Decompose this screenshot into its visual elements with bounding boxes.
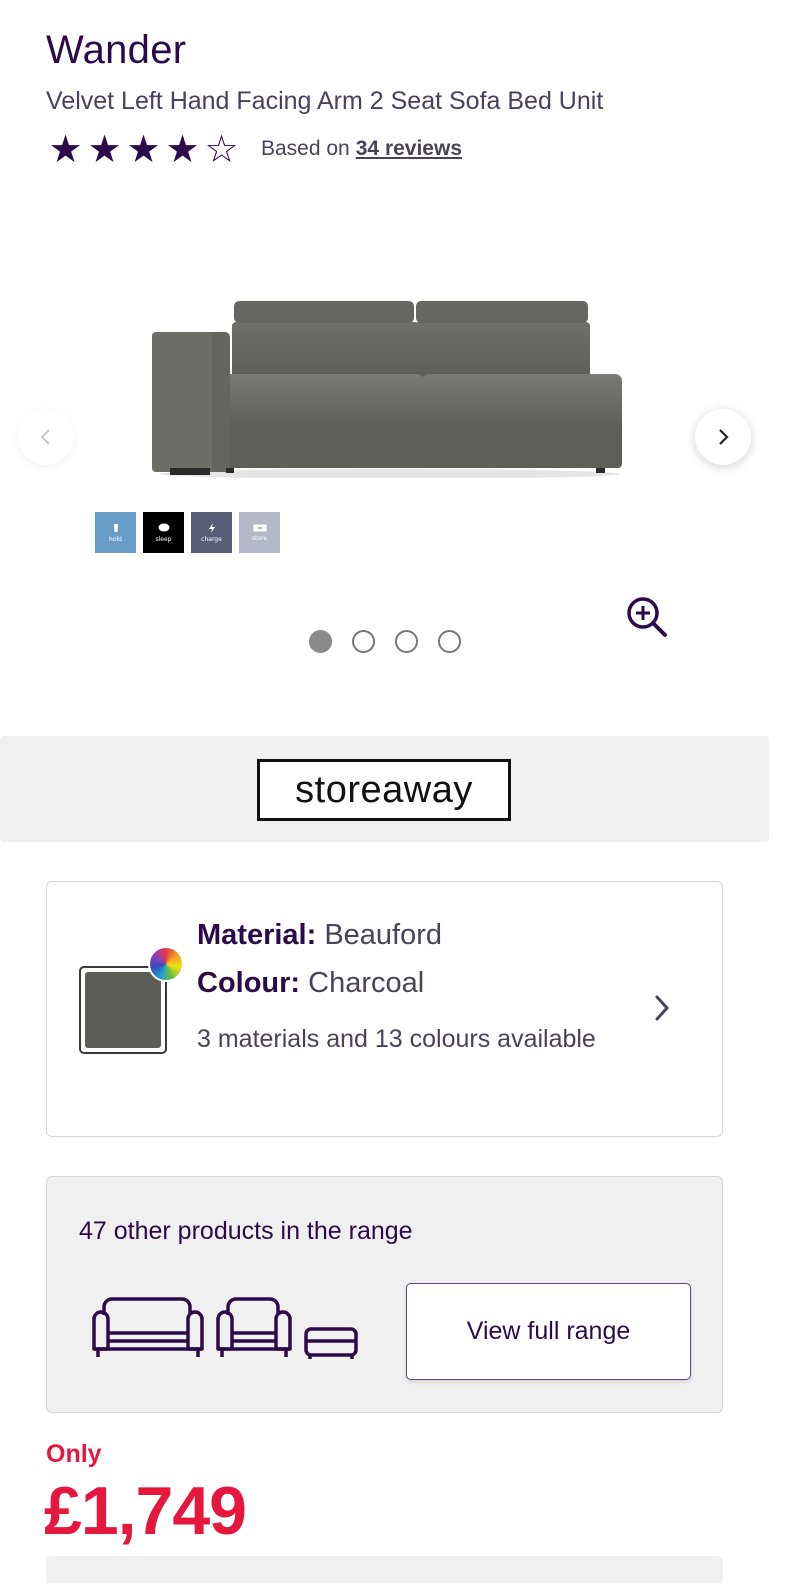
rating-row: ★ ★ ★ ★ ☆ Based on 34 reviews bbox=[46, 128, 462, 170]
pagination-dot-3[interactable] bbox=[395, 630, 418, 653]
star-filled-icon: ★ bbox=[87, 127, 122, 171]
swatch-fill bbox=[85, 972, 161, 1048]
sofa-image bbox=[152, 301, 622, 478]
product-subtitle: Velvet Left Hand Facing Arm 2 Seat Sofa … bbox=[46, 87, 604, 115]
bottom-panel bbox=[46, 1556, 723, 1583]
availability-note: 3 materials and 13 colours available bbox=[197, 1025, 596, 1053]
range-text: 47 other products in the range bbox=[79, 1217, 413, 1245]
chevron-right-icon bbox=[652, 992, 672, 1029]
star-rating: ★ ★ ★ ★ ☆ bbox=[46, 129, 241, 169]
colour-value: Charcoal bbox=[308, 967, 425, 999]
chevron-left-icon bbox=[40, 429, 50, 445]
colour-label: Colour: bbox=[197, 967, 301, 999]
pagination-dot-4[interactable] bbox=[438, 630, 461, 653]
colour-wheel-icon bbox=[148, 946, 184, 982]
star-empty-icon: ☆ bbox=[204, 127, 239, 171]
gallery-prev-button[interactable] bbox=[18, 409, 74, 465]
charge-feature-icon: charge bbox=[191, 512, 232, 553]
material-line: Material: Beauford bbox=[197, 919, 442, 952]
gallery-next-button[interactable] bbox=[695, 409, 751, 465]
zoom-icon[interactable] bbox=[625, 595, 669, 644]
product-title: Wander bbox=[46, 28, 187, 72]
reviews-link[interactable]: 34 reviews bbox=[356, 137, 462, 161]
sleep-feature-icon: sleep bbox=[143, 512, 184, 553]
gallery-pagination bbox=[309, 630, 461, 653]
product-gallery[interactable]: hold sleep charge store bbox=[0, 230, 811, 653]
hold-feature-icon: hold bbox=[95, 512, 136, 553]
star-filled-icon: ★ bbox=[165, 127, 200, 171]
colour-swatch bbox=[79, 966, 167, 1054]
range-panel: 47 other products in the range View full… bbox=[46, 1176, 723, 1413]
brand-banner: storeaway bbox=[0, 736, 769, 842]
sofa-range-icon bbox=[92, 1297, 358, 1359]
material-label: Material: bbox=[197, 919, 317, 951]
storeaway-logo: storeaway bbox=[257, 759, 511, 821]
view-full-range-button[interactable]: View full range bbox=[406, 1283, 691, 1380]
rating-prefix: Based on bbox=[261, 137, 350, 160]
star-filled-icon: ★ bbox=[126, 127, 161, 171]
store-feature-icon: store bbox=[239, 512, 280, 553]
colour-line: Colour: Charcoal bbox=[197, 967, 424, 1000]
feature-icons: hold sleep charge store bbox=[95, 512, 280, 553]
pagination-dot-2[interactable] bbox=[352, 630, 375, 653]
price-prefix: Only bbox=[46, 1440, 102, 1468]
pagination-dot-1[interactable] bbox=[309, 630, 332, 653]
chevron-right-icon bbox=[719, 429, 729, 445]
star-filled-icon: ★ bbox=[48, 127, 83, 171]
material-colour-selector[interactable]: Material: Beauford Colour: Charcoal 3 ma… bbox=[46, 881, 723, 1137]
price-value: £1,749 bbox=[44, 1473, 247, 1549]
material-value: Beauford bbox=[324, 919, 443, 951]
